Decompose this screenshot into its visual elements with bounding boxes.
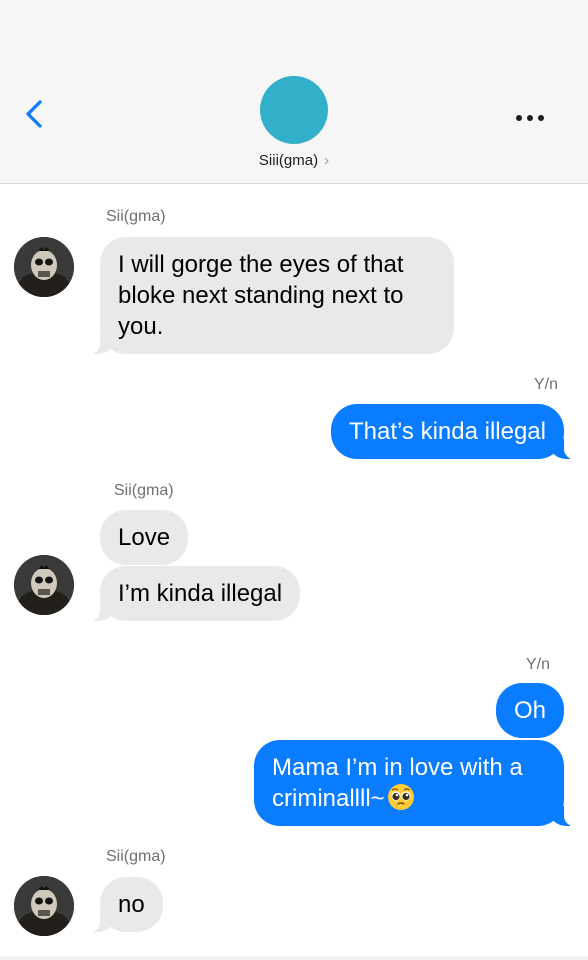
skull-mask-icon bbox=[14, 876, 74, 936]
sender-name: Sii(gma) bbox=[114, 482, 174, 499]
ellipsis-dot bbox=[527, 115, 533, 121]
sender-avatar[interactable] bbox=[14, 237, 74, 297]
message-bubble-incoming[interactable]: I will gorge the eyes of that bloke next… bbox=[90, 237, 454, 354]
sender-avatar[interactable] bbox=[14, 876, 74, 936]
sender-name: Sii(gma) bbox=[106, 208, 166, 225]
sender-name: Y/n bbox=[533, 376, 558, 393]
sender-name: Y/n bbox=[525, 656, 550, 673]
skull-mask-icon bbox=[14, 555, 74, 615]
message-text: Love bbox=[118, 524, 171, 551]
skull-mask-icon bbox=[14, 237, 74, 297]
message-bubble-incoming[interactable]: no bbox=[90, 877, 163, 932]
pleading-face-icon bbox=[387, 784, 414, 810]
message-bubble-outgoing[interactable]: That’s kinda illegal bbox=[330, 404, 575, 459]
back-button[interactable] bbox=[22, 96, 62, 140]
message-text: I will gorge the eyes of that bloke next… bbox=[118, 251, 404, 340]
contact-avatar[interactable] bbox=[260, 76, 328, 144]
message-bubble-outgoing[interactable]: Mama I’m in love with a criminallll~ bbox=[254, 740, 574, 826]
message-bubble-incoming[interactable]: Love bbox=[100, 510, 189, 565]
chevron-left-icon bbox=[26, 100, 42, 128]
chevron-right-icon: › bbox=[324, 152, 330, 169]
message-text: no bbox=[118, 891, 145, 918]
sender-name: Sii(gma) bbox=[106, 848, 166, 865]
more-options-button[interactable] bbox=[512, 108, 548, 128]
bottom-divider bbox=[0, 956, 588, 960]
message-bubble-incoming[interactable]: I’m kinda illegal bbox=[89, 566, 301, 621]
message-bubble-outgoing[interactable]: Oh bbox=[495, 683, 564, 738]
sender-avatar[interactable] bbox=[14, 555, 74, 615]
chat-header: Siii(gma) › bbox=[0, 0, 588, 184]
message-text: Oh bbox=[513, 697, 546, 724]
ellipsis-dot bbox=[538, 115, 544, 121]
message-text: I’m kinda illegal bbox=[118, 580, 283, 607]
message-text: That’s kinda illegal bbox=[348, 418, 546, 445]
ellipsis-dot bbox=[516, 115, 522, 121]
contact-name-button[interactable]: Siii(gma) › bbox=[0, 152, 588, 169]
contact-name: Siii(gma) bbox=[258, 152, 319, 169]
